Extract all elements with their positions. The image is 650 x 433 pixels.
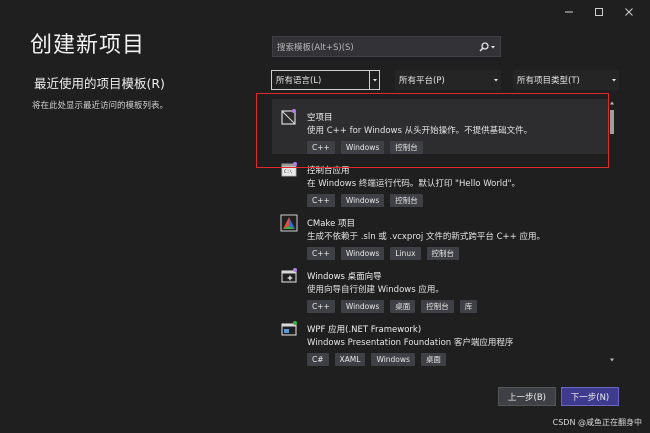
template-item-windows-desktop-wizard[interactable]: Windows 桌面向导 使用向导自行创建 Windows 应用。 C++ Wi… xyxy=(272,258,608,313)
template-name: 控制台应用 xyxy=(307,166,350,176)
language-filter-dropdown[interactable]: 所有语言(L) xyxy=(271,70,380,90)
create-project-window: 创建新项目 最近使用的项目模板(R) 将在此处显示最近访问的模板列表。 搜索模板… xyxy=(0,0,650,433)
template-tags: C# XAML Windows 桌面 xyxy=(307,353,446,366)
chevron-down-icon xyxy=(609,77,619,83)
maximize-icon[interactable] xyxy=(584,4,614,20)
previous-button[interactable]: 上一步(B) xyxy=(498,387,556,406)
template-item-empty-project[interactable]: 空项目 使用 C++ for Windows 从头开始操作。不提供基础文件。 C… xyxy=(272,99,608,154)
platform-filter-dropdown[interactable]: 所有平台(P) xyxy=(395,70,501,90)
search-placeholder: 搜索模板(Alt+S)(S) xyxy=(277,42,354,53)
scroll-up-icon[interactable] xyxy=(608,99,616,107)
platform-filter-value: 所有平台(P) xyxy=(399,76,445,86)
wpf-icon xyxy=(281,321,297,336)
chevron-down-icon xyxy=(491,45,495,48)
tag: XAML xyxy=(334,353,366,366)
template-name: 空项目 xyxy=(307,113,333,123)
template-description: 在 Windows 终端运行代码。默认打印 "Hello World"。 xyxy=(307,179,520,189)
project-type-filter-value: 所有项目类型(T) xyxy=(517,76,580,86)
template-search-input[interactable]: 搜索模板(Alt+S)(S) xyxy=(272,36,501,57)
close-icon[interactable] xyxy=(614,4,644,20)
page-title: 创建新项目 xyxy=(30,33,146,58)
template-list: 空项目 使用 C++ for Windows 从头开始操作。不提供基础文件。 C… xyxy=(272,95,618,367)
empty-project-icon xyxy=(281,109,296,125)
tag: 桌面 xyxy=(420,353,446,366)
template-description: 使用 C++ for Windows 从头开始操作。不提供基础文件。 xyxy=(307,126,533,136)
next-button[interactable]: 下一步(N) xyxy=(561,387,619,406)
template-description: 使用向导自行创建 Windows 应用。 xyxy=(307,285,444,295)
tag: Windows xyxy=(371,353,415,366)
minimize-icon[interactable] xyxy=(554,4,584,20)
template-item-wpf-app[interactable]: WPF 应用(.NET Framework) Windows Presentat… xyxy=(272,311,608,366)
template-name: Windows 桌面向导 xyxy=(307,272,382,282)
tag: C# xyxy=(307,353,329,366)
language-filter-value: 所有语言(L) xyxy=(276,76,322,86)
console-app-icon: C:\ xyxy=(281,162,297,177)
template-item-cmake-project[interactable]: CMake 项目 生成不依赖于 .sln 或 .vcxproj 文件的新式跨平台… xyxy=(272,205,608,260)
recent-templates-heading: 最近使用的项目模板(R) xyxy=(34,76,165,91)
scroll-down-icon[interactable] xyxy=(608,356,616,364)
template-list-scrollbar[interactable] xyxy=(608,99,616,364)
template-description: 生成不依赖于 .sln 或 .vcxproj 文件的新式跨平台 C++ 应用。 xyxy=(307,232,545,242)
scroll-thumb[interactable] xyxy=(610,110,614,134)
caption-buttons xyxy=(554,4,644,20)
svg-text:C:\: C:\ xyxy=(284,169,292,175)
chevron-down-icon[interactable] xyxy=(369,71,379,89)
desktop-wizard-icon xyxy=(281,268,297,283)
search-icon xyxy=(479,41,489,52)
cmake-icon xyxy=(280,214,298,232)
template-item-console-app[interactable]: C:\ 控制台应用 在 Windows 终端运行代码。默认打印 "Hello W… xyxy=(272,152,608,207)
template-name: CMake 项目 xyxy=(307,219,356,229)
template-description: Windows Presentation Foundation 客户端应用程序 xyxy=(307,338,514,348)
chevron-down-icon xyxy=(491,77,501,83)
search-button[interactable] xyxy=(479,41,500,52)
watermark: CSDN @咸鱼正在翻身中 xyxy=(552,418,642,427)
recent-templates-empty-text: 将在此处显示最近访问的模板列表。 xyxy=(32,101,169,111)
template-name: WPF 应用(.NET Framework) xyxy=(307,325,422,335)
project-type-filter-dropdown[interactable]: 所有项目类型(T) xyxy=(513,70,619,90)
